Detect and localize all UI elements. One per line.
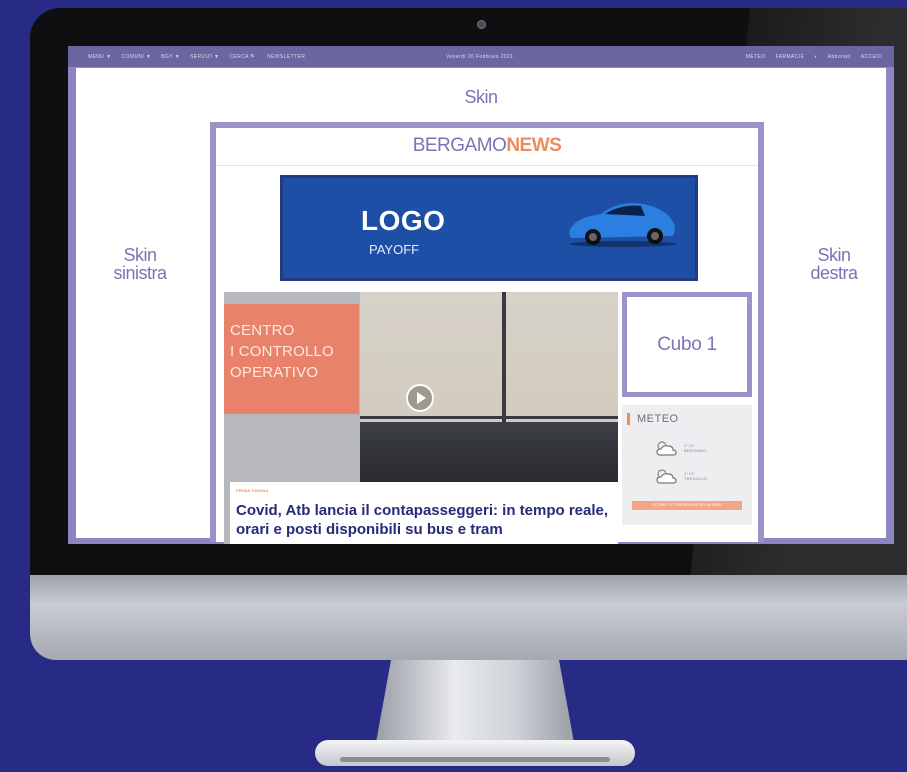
- hero-overlay-tag: CENTRO I CONTROLLO OPERATIVO: [224, 304, 359, 414]
- meteo-row[interactable]: 4° 14° BERGAMO: [654, 439, 706, 457]
- site-logo[interactable]: BERGAMONEWS: [216, 128, 758, 166]
- monitor-base: [315, 740, 635, 766]
- meteo-row[interactable]: 4° 13° TREVIGLIO: [654, 467, 707, 485]
- skin-left-line2: sinistra: [113, 263, 167, 283]
- link-farmacie[interactable]: FARMACIE: [776, 54, 805, 60]
- meteo-city: TREVIGLIO: [684, 476, 708, 481]
- top-navigation-bar: MENU ▼ COMUNI ▼ BGY ▼ SERVIZI ▼ CERCA 🔍 …: [68, 46, 894, 67]
- skin-right-line1: Skin: [817, 245, 851, 265]
- skin-left-label: Skin sinistra: [100, 246, 180, 282]
- cubo-ad-slot[interactable]: Cubo 1: [622, 292, 752, 397]
- menu-item-bgy[interactable]: BGY ▼: [161, 54, 180, 60]
- menu-item-newsletter[interactable]: NEWSLETTER: [267, 54, 305, 60]
- hero-tag-line: CENTRO: [230, 322, 295, 339]
- menu-item-cerca[interactable]: CERCA 🔍: [229, 54, 257, 60]
- banner-logo-text: LOGO: [361, 205, 446, 236]
- dark-mode-icon[interactable]: ◐: [814, 54, 817, 60]
- menu-item-comuni[interactable]: COMUNI ▼: [121, 54, 151, 60]
- skin-right-line2: destra: [810, 263, 858, 283]
- ad-banner[interactable]: LOGO PAYOFF: [280, 175, 698, 281]
- monitor-chin: [30, 575, 907, 660]
- hero-image-lower: [360, 422, 618, 482]
- top-right-links: METEO FARMACIE ◐ Abbonati ACCEDI: [746, 54, 882, 60]
- monitor-base-slot: [340, 757, 610, 762]
- car-icon: [569, 203, 677, 247]
- meteo-forecast-button[interactable]: SCOPRI LE PREVISIONI DEL MONDO: [632, 501, 742, 510]
- banner-payoff-text: PAYOFF: [369, 242, 420, 257]
- hero-tag-line: I CONTROLLO: [230, 343, 334, 360]
- hero-headline[interactable]: Covid, Atb lancia il contapasseggeri: in…: [236, 501, 614, 539]
- page-content: Skin Skin sinistra Skin destra BERGAMONE…: [76, 68, 886, 544]
- link-accedi[interactable]: ACCEDI: [861, 54, 882, 60]
- meteo-title: METEO: [627, 413, 679, 425]
- link-meteo[interactable]: METEO: [746, 54, 766, 60]
- meteo-city: BERGAMO: [684, 448, 706, 453]
- meteo-widget: METEO 4° 14° BERGAMO 4° 13° TREVIGLIO SC…: [622, 405, 752, 525]
- top-menu: MENU ▼ COMUNI ▼ BGY ▼ SERVIZI ▼ CERCA 🔍 …: [68, 54, 305, 60]
- screen: MENU ▼ COMUNI ▼ BGY ▼ SERVIZI ▼ CERCA 🔍 …: [68, 46, 894, 544]
- play-icon[interactable]: [406, 384, 434, 412]
- cloud-sun-icon: [656, 469, 677, 484]
- hero-caption: PRIMA PAGINA Covid, Atb lancia il contap…: [230, 482, 618, 544]
- hero-image-divider-h: [360, 416, 618, 419]
- site-page-frame: BERGAMONEWS LOGO PAYOFF CENTRO I CONTROL…: [210, 122, 764, 544]
- skin-top-label: Skin: [464, 87, 498, 107]
- skin-left-line1: Skin: [123, 245, 157, 265]
- menu-item-menu[interactable]: MENU ▼: [88, 54, 111, 60]
- current-date: Venerdì 26 Febbraio 2021: [446, 54, 514, 60]
- monitor-stand: [375, 660, 575, 748]
- brand-part-bergamo: BERGAMO: [412, 135, 507, 156]
- hero-article[interactable]: CENTRO I CONTROLLO OPERATIVO PRIMA PAGIN…: [224, 292, 618, 544]
- brand-part-news: NEWS: [506, 135, 562, 156]
- camera-icon: [477, 20, 486, 29]
- skin-right-label: Skin destra: [794, 246, 874, 282]
- hero-category[interactable]: PRIMA PAGINA: [236, 488, 614, 493]
- hero-tag-line: OPERATIVO: [230, 364, 319, 381]
- menu-item-servizi[interactable]: SERVIZI ▼: [190, 54, 219, 60]
- cloud-sun-icon: [656, 441, 677, 456]
- link-abbonati[interactable]: Abbonati: [828, 54, 851, 60]
